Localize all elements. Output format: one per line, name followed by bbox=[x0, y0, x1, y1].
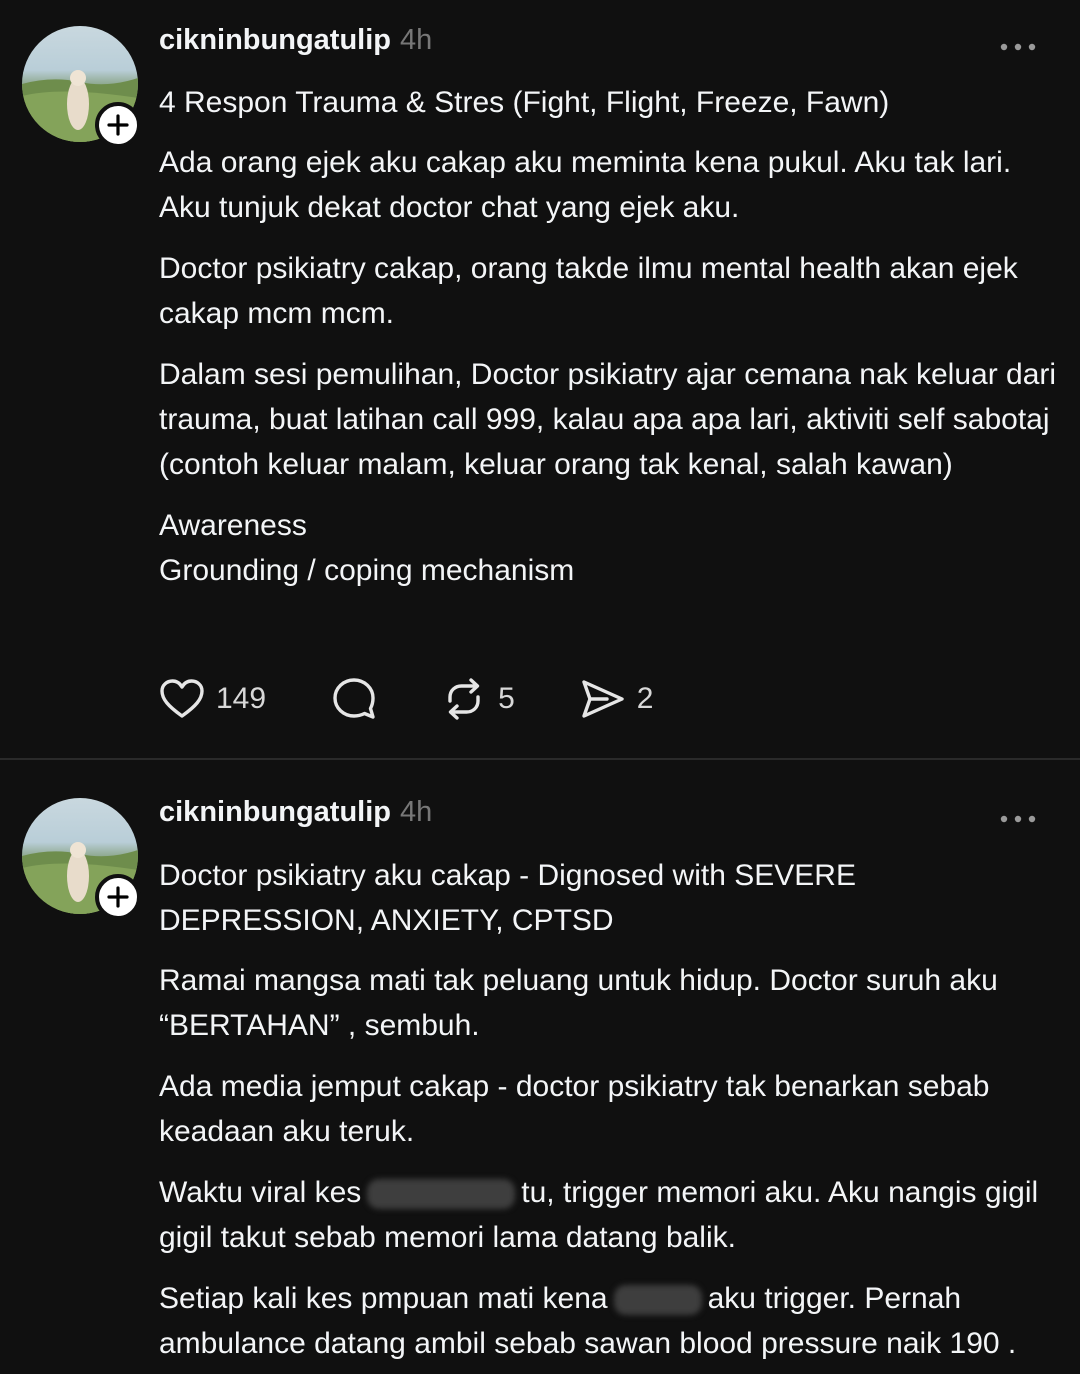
heart-icon bbox=[160, 679, 204, 718]
comment-button[interactable] bbox=[330, 675, 378, 723]
comment-bubble-icon bbox=[333, 678, 375, 719]
share-count: 2 bbox=[636, 682, 654, 715]
post-paragraph: Ada media jemput cakap - doctor psikiatr… bbox=[159, 1070, 990, 1148]
more-horizontal-icon bbox=[1000, 43, 1036, 51]
post-paragraph: Doctor psikiatry cakap, orang takde ilmu… bbox=[159, 252, 1018, 330]
text-segment: Waktu viral kes bbox=[159, 1176, 362, 1209]
post-paragraph: Grounding / coping mechanism bbox=[159, 554, 575, 587]
plus-icon bbox=[107, 114, 129, 136]
timestamp: 4h bbox=[400, 796, 433, 828]
timestamp: 4h bbox=[400, 24, 433, 56]
post-paragraph: Setiap kali kes pmpuan mati kena aku trig… bbox=[159, 1276, 1059, 1366]
repost-count: 5 bbox=[498, 682, 515, 715]
post-header: cikninbungatulip 4h bbox=[159, 796, 432, 840]
post-actions: 149 5 2 bbox=[158, 672, 653, 726]
username[interactable]: cikninbungatulip bbox=[159, 796, 391, 829]
post-title: 4 Respon Trauma & Stres (Fight, Flight, … bbox=[159, 86, 890, 119]
more-options-button[interactable] bbox=[994, 30, 1042, 64]
post-paragraph: Waktu viral kes tu, trigger memori aku. A… bbox=[159, 1170, 1059, 1260]
post-paragraph: Ada orang ejek aku cakap aku meminta ken… bbox=[159, 146, 1012, 224]
follow-button[interactable] bbox=[95, 874, 141, 920]
post-paragraph: Awareness bbox=[159, 509, 307, 542]
redacted-text bbox=[613, 1285, 702, 1316]
repost-button[interactable]: 5 bbox=[440, 675, 515, 723]
post-header: cikninbungatulip 4h bbox=[159, 24, 432, 68]
text-segment: Setiap kali kes pmpuan mati kena bbox=[159, 1282, 608, 1315]
more-horizontal-icon bbox=[1000, 815, 1036, 823]
follow-button[interactable] bbox=[95, 102, 141, 148]
redacted-text bbox=[367, 1179, 516, 1210]
repost-icon bbox=[448, 678, 480, 720]
post[interactable]: cikninbungatulip 4h 4 Respon Trauma & St… bbox=[0, 0, 1080, 758]
post-body: Doctor psikiatry aku cakap - Dignosed wi… bbox=[159, 853, 1059, 1374]
post-paragraph: Dalam sesi pemulihan, Doctor psikiatry a… bbox=[159, 358, 1057, 481]
more-options-button[interactable] bbox=[994, 802, 1042, 836]
username[interactable]: cikninbungatulip bbox=[159, 24, 391, 57]
post[interactable]: cikninbungatulip 4h Doctor psikiatry aku… bbox=[0, 760, 1080, 1374]
post-paragraph: Ramai mangsa mati tak peluang untuk hidu… bbox=[159, 964, 998, 1042]
post-title: Doctor psikiatry aku cakap - Dignosed wi… bbox=[159, 859, 856, 937]
send-icon bbox=[582, 680, 624, 718]
threads-feed: cikninbungatulip 4h 4 Respon Trauma & St… bbox=[0, 0, 1080, 1374]
plus-icon bbox=[107, 886, 129, 908]
like-button[interactable]: 149 bbox=[158, 675, 266, 723]
post-body: 4 Respon Trauma & Stres (Fight, Flight, … bbox=[159, 80, 1059, 593]
share-button[interactable]: 2 bbox=[579, 675, 654, 723]
like-count: 149 bbox=[216, 682, 267, 715]
